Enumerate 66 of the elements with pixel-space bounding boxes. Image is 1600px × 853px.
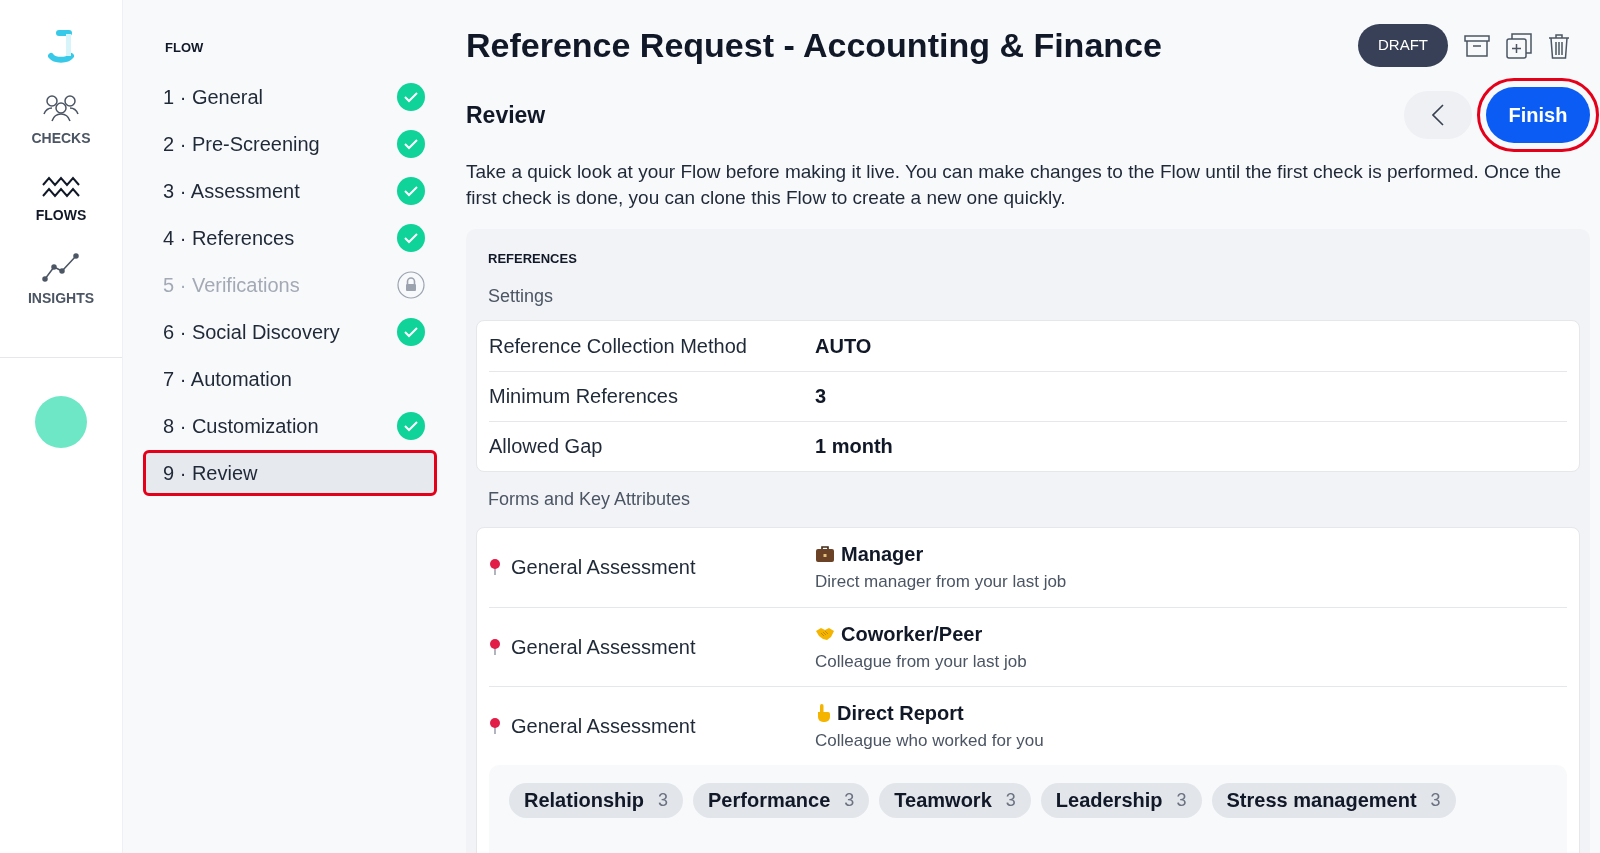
step-label: 5 · Verifications bbox=[163, 272, 300, 298]
reference-type: Direct Report bbox=[837, 700, 964, 726]
setting-value: 1 month bbox=[815, 434, 893, 459]
chevron-left-icon bbox=[1432, 104, 1444, 126]
step-label: 7 · Automation bbox=[163, 366, 292, 392]
people-icon bbox=[42, 94, 80, 122]
attribute-name: Stress management bbox=[1226, 788, 1417, 813]
rail-nav-item[interactable]: CHECKS bbox=[31, 94, 91, 149]
form-name: General Assessment bbox=[511, 713, 696, 739]
section-title: REFERENCES bbox=[487, 250, 578, 268]
group-label: Settings bbox=[487, 284, 555, 308]
group-label: Forms and Key Attributes bbox=[487, 487, 692, 511]
setting-name: Allowed Gap bbox=[489, 434, 604, 459]
form-name: General Assessment bbox=[511, 634, 696, 660]
step-item[interactable]: 4 · References bbox=[143, 214, 437, 261]
briefcase-icon bbox=[815, 545, 835, 564]
attribute-name: Leadership bbox=[1055, 788, 1163, 813]
step-heading: Review bbox=[466, 100, 546, 130]
reference-description: Colleague from your last job bbox=[815, 650, 1027, 673]
rail-nav-item[interactable]: FLOWS bbox=[35, 175, 87, 226]
pin-icon bbox=[489, 637, 501, 656]
attribute-count: 3 bbox=[1176, 788, 1187, 812]
pointing-hand-icon bbox=[815, 702, 831, 723]
rail-nav-item[interactable]: INSIGHTS bbox=[27, 252, 95, 309]
step-item[interactable]: 6 · Social Discovery bbox=[143, 308, 437, 355]
attribute-count: 3 bbox=[844, 788, 855, 812]
attribute-name: Teamwork bbox=[894, 788, 992, 813]
waves-icon bbox=[42, 175, 80, 199]
step-label: 2 · Pre-Screening bbox=[163, 131, 320, 157]
reference-type: Manager bbox=[841, 542, 924, 568]
reference-description: Colleague who worked for you bbox=[815, 729, 1044, 752]
line-chart-icon bbox=[42, 252, 80, 282]
pin-icon bbox=[489, 558, 501, 576]
status-badge: DRAFT bbox=[1358, 24, 1448, 67]
setting-name: Minimum References bbox=[489, 384, 679, 409]
description: Take a quick look at your Flow before making it live. You can make changes to the Flow until the first check is performed. Once the first check is done, you can clone this Flow to create a new one quickly. bbox=[466, 160, 1563, 210]
attribute-count: 3 bbox=[658, 788, 669, 812]
form-name: General Assessment bbox=[511, 555, 696, 580]
attribute-name: Performance bbox=[708, 788, 831, 813]
archive-icon[interactable] bbox=[1464, 33, 1490, 58]
setting-value: 3 bbox=[815, 384, 827, 409]
page-title: Reference Request - Accounting & Finance bbox=[466, 25, 1162, 66]
nav-heading: FLOW bbox=[164, 39, 205, 57]
attribute-count: 3 bbox=[1430, 788, 1441, 812]
handshake-icon bbox=[815, 625, 835, 642]
reference-description: Direct manager from your last job bbox=[815, 571, 1067, 594]
step-label: 6 · Social Discovery bbox=[163, 319, 340, 345]
step-item[interactable]: 3 · Assessment bbox=[143, 167, 437, 214]
attribute-count: 3 bbox=[1005, 788, 1016, 812]
logo-icon[interactable] bbox=[48, 30, 74, 64]
step-item[interactable]: 1 · General bbox=[143, 73, 437, 120]
trash-icon[interactable] bbox=[1548, 32, 1570, 59]
reference-type: Coworker/Peer bbox=[841, 621, 983, 647]
step-item[interactable]: 2 · Pre-Screening bbox=[143, 120, 437, 167]
attribute-name: Relationship bbox=[524, 788, 644, 813]
setting-name: Reference Collection Method bbox=[489, 333, 748, 359]
setting-value: AUTO bbox=[815, 333, 872, 359]
step-label: 1 · General bbox=[163, 84, 264, 110]
duplicate-icon[interactable] bbox=[1506, 32, 1532, 59]
pin-icon bbox=[489, 716, 501, 735]
step-item[interactable]: 7 · Automation bbox=[143, 355, 437, 402]
step-item[interactable]: 8 · Customization bbox=[143, 402, 437, 449]
step-label: 8 · Customization bbox=[163, 413, 319, 439]
step-label: 9 · Review bbox=[163, 460, 258, 486]
step-label: 3 · Assessment bbox=[163, 178, 300, 204]
step-label: 4 · References bbox=[163, 225, 295, 251]
